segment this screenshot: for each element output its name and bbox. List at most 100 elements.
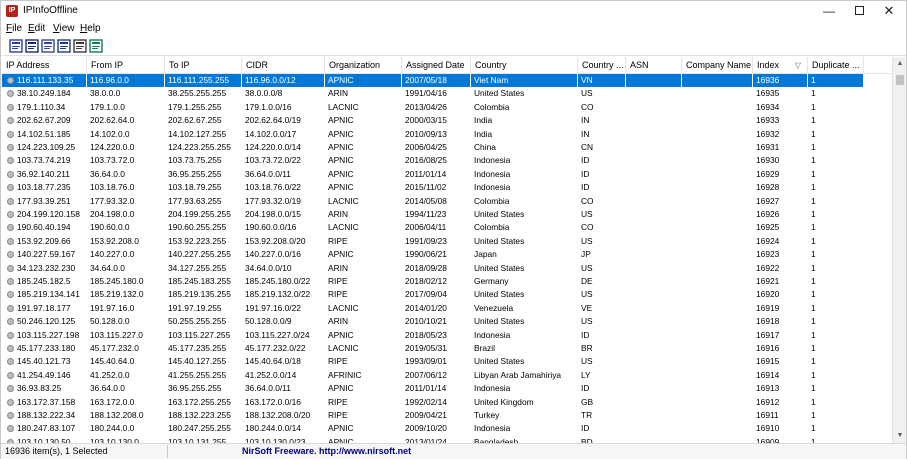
cell-to: 180.247.255.255 <box>168 423 231 434</box>
cell-org: LACNIC <box>328 101 359 112</box>
cell-ip: 185.219.134.141 <box>17 289 80 300</box>
table-row[interactable]: 153.92.209.66 153.92.208.0 153.92.223.255 1… <box>2 235 864 248</box>
table-row[interactable]: 145.40.121.73 145.40.64.0 145.40.127.255 14… <box>2 355 864 368</box>
menu-edit[interactable]: Edit <box>28 23 45 34</box>
cell-from: 36.64.0.0 <box>90 383 125 394</box>
column-header-company[interactable]: Company Name <box>682 57 753 74</box>
menu-help[interactable]: Help <box>80 23 101 34</box>
table-row[interactable]: 180.247.83.107 180.244.0.0 180.247.255.255… <box>2 422 864 435</box>
cell-cc: US <box>581 262 593 273</box>
cell-asn <box>626 342 682 355</box>
menu-bar: File Edit View Help <box>1 21 906 37</box>
table-row[interactable]: 185.245.182.5 185.245.180.0 185.245.183.25… <box>2 275 864 288</box>
cell-index: 16925 <box>756 222 780 233</box>
table-row[interactable]: 202.62.67.209 202.62.64.0 202.62.67.255 202… <box>2 114 864 127</box>
table-row[interactable]: 163.172.37.158 163.172.0.0 163.172.255.255… <box>2 396 864 409</box>
table-row[interactable]: 190.60.40.194 190.60.0.0 190.60.255.255 190… <box>2 221 864 234</box>
cell-cidr: 179.1.0.0/16 <box>245 101 292 112</box>
find-icon[interactable] <box>73 39 87 53</box>
html-report-icon[interactable] <box>57 39 71 53</box>
table-row[interactable]: 177.93.39.251 177.93.32.0 177.93.63.255 177… <box>2 195 864 208</box>
column-header-date[interactable]: Assigned Date <box>402 57 471 74</box>
vertical-scrollbar[interactable]: ▲ ▼ <box>892 57 906 443</box>
cell-country: United States <box>474 262 525 273</box>
cell-dup: 1 <box>811 383 816 394</box>
column-header-asn[interactable]: ASN <box>626 57 682 74</box>
cell-asn <box>626 436 682 443</box>
table-row[interactable]: 38.10.249.184 38.0.0.0 38.255.255.255 38.0.… <box>2 87 864 100</box>
table-row[interactable]: 103.18.77.235 103.18.76.0 103.18.79.255 103… <box>2 181 864 194</box>
ip-entry-icon <box>7 103 14 111</box>
column-header-cidr[interactable]: CIDR <box>242 57 325 74</box>
cell-index: 16921 <box>756 276 780 286</box>
cell-from: 180.244.0.0 <box>90 423 135 434</box>
table-row[interactable]: 188.132.222.34 188.132.208.0 188.132.223.2… <box>2 409 864 422</box>
table-row[interactable]: 36.93.83.25 36.64.0.0 36.95.255.255 36.64.0… <box>2 382 864 395</box>
table-row[interactable]: 204.199.120.158 204.198.0.0 204.199.255.25… <box>2 208 864 221</box>
cell-cc: BR <box>581 343 593 353</box>
maximize-button[interactable] <box>843 1 875 21</box>
item-count-status: 16936 item(s), 1 Selected <box>5 446 108 456</box>
column-header-dup[interactable]: Duplicate ... <box>808 57 864 74</box>
cell-country: China <box>474 142 496 152</box>
cell-cidr: 103.115.227.0/24 <box>245 329 310 340</box>
table-row[interactable]: 116.111.133.35 116.96.0.0 116.111.255.255 1… <box>2 74 864 88</box>
table-row[interactable]: 103.73.74.219 103.73.72.0 103.73.75.255 103… <box>2 154 864 167</box>
table-row[interactable]: 41.254.49.146 41.252.0.0 41.255.255.255 41.… <box>2 369 864 382</box>
column-header-to[interactable]: To IP <box>165 57 242 74</box>
cell-country: United Kingdom <box>474 396 534 407</box>
table-row[interactable]: 50.246.120.125 50.128.0.0 50.255.255.255 50… <box>2 315 864 328</box>
cell-index: 16931 <box>756 142 780 152</box>
column-header-index[interactable]: Index ▽ <box>753 57 808 74</box>
column-header-ip[interactable]: IP Address <box>2 57 87 74</box>
cell-index: 16922 <box>756 262 780 273</box>
menu-file[interactable]: File <box>6 23 22 34</box>
cell-to: 45.177.235.255 <box>168 343 227 353</box>
scroll-thumb[interactable] <box>896 75 904 85</box>
title-bar[interactable]: IP IPInfoOffline — ✕ <box>1 1 906 21</box>
table-row[interactable]: 185.219.134.141 185.219.132.0 185.219.135.… <box>2 288 864 301</box>
table-row[interactable]: 103.115.227.198 103.115.227.0 103.115.227.… <box>2 329 864 342</box>
cell-cc: JP <box>581 249 591 260</box>
ip-entry-icon <box>7 304 14 312</box>
exit-icon[interactable] <box>89 39 103 53</box>
cell-from: 36.64.0.0 <box>90 168 125 179</box>
cell-cc: ID <box>581 423 590 434</box>
table-row[interactable]: 179.1.110.34 179.1.0.0 179.1.255.255 179.1.… <box>2 101 864 114</box>
cell-ip: 188.132.222.34 <box>17 410 76 420</box>
column-header-country[interactable]: Country <box>471 57 578 74</box>
column-header-from[interactable]: From IP <box>87 57 165 74</box>
table-row[interactable]: 140.227.59.167 140.227.0.0 140.227.255.255… <box>2 248 864 261</box>
table-row[interactable]: 14.102.51.185 14.102.0.0 14.102.127.255 14.… <box>2 128 864 141</box>
copy-icon[interactable] <box>41 39 55 53</box>
ip-list-view[interactable]: IP Address From IP To IP CIDR Organization As… <box>2 57 906 443</box>
cell-asn <box>626 288 682 301</box>
scroll-up-icon[interactable]: ▲ <box>893 57 906 71</box>
nirsoft-link[interactable]: NirSoft Freeware. http://www.nirsoft.net <box>242 446 411 456</box>
save-icon[interactable] <box>25 39 39 53</box>
cell-cidr: 191.97.16.0/22 <box>245 302 301 313</box>
cell-asn <box>626 248 682 261</box>
table-row[interactable]: 124.223.109.25 124.220.0.0 124.223.255.255… <box>2 141 864 154</box>
cell-company <box>682 262 753 275</box>
cell-country: Colombia <box>474 195 510 206</box>
ip-entry-icon <box>7 398 14 406</box>
table-row[interactable]: 103.10.130.50 103.10.130.0 103.10.131.255 1… <box>2 436 864 443</box>
minimize-button[interactable]: — <box>813 1 845 21</box>
scroll-down-icon[interactable]: ▼ <box>893 429 906 443</box>
properties-icon[interactable] <box>9 39 23 53</box>
cell-asn <box>626 181 682 194</box>
cell-cc: ID <box>581 329 590 340</box>
table-row[interactable]: 36.92.140.211 36.64.0.0 36.95.255.255 36.64… <box>2 168 864 181</box>
column-header-cc[interactable]: Country ... <box>578 57 626 74</box>
cell-org: RIPE <box>328 235 348 246</box>
cell-dup: 1 <box>811 396 816 407</box>
table-row[interactable]: 191.97.18.177 191.97.16.0 191.97.19.255 191… <box>2 302 864 315</box>
menu-view[interactable]: View <box>53 23 75 34</box>
table-row[interactable]: 34.123.232.230 34.64.0.0 34.127.255.255 34.… <box>2 262 864 275</box>
cell-cidr: 153.92.208.0/20 <box>245 235 306 246</box>
cell-org: RIPE <box>328 356 348 367</box>
close-button[interactable]: ✕ <box>873 1 905 21</box>
column-header-org[interactable]: Organization <box>325 57 402 74</box>
table-row[interactable]: 45.177.233.180 45.177.232.0 45.177.235.255… <box>2 342 864 355</box>
